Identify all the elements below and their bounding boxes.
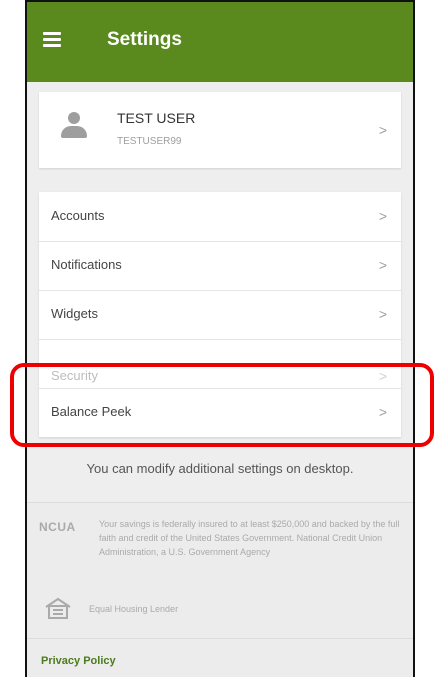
page-title: Settings (107, 29, 182, 50)
settings-item-label: Balance Peek (51, 404, 132, 419)
chevron-right-icon: > (378, 368, 387, 384)
settings-item-widgets[interactable]: Widgets > (39, 290, 401, 340)
desktop-settings-note: You can modify additional settings on de… (86, 461, 354, 476)
settings-item-security[interactable]: Security > (39, 339, 401, 389)
chevron-right-icon: > (378, 257, 387, 273)
settings-item-label: Accounts (51, 208, 105, 223)
settings-item-balance-peek[interactable]: Balance Peek > (39, 388, 401, 437)
settings-item-accounts[interactable]: Accounts > (39, 192, 401, 242)
user-name: TEST USER (117, 110, 196, 126)
settings-item-notifications[interactable]: Notifications > (39, 241, 401, 291)
chevron-right-icon: > (378, 306, 387, 322)
settings-item-label: Security (51, 368, 98, 383)
settings-item-label: Notifications (51, 257, 122, 272)
hamburger-menu-icon[interactable] (43, 32, 61, 47)
privacy-policy-link[interactable]: Privacy Policy (41, 655, 116, 667)
chevron-right-icon: > (378, 208, 387, 224)
settings-list: Accounts > Notifications > Widgets > Sec… (39, 192, 401, 437)
profile-card[interactable]: TEST USER TESTUSER99 > (39, 92, 401, 168)
equal-housing-label: Equal Housing Lender (89, 604, 179, 614)
footer-divider (27, 638, 413, 639)
chevron-right-icon: > (378, 122, 387, 138)
app-bar: Settings (27, 2, 413, 82)
settings-item-label: Widgets (51, 306, 98, 321)
user-avatar-icon (61, 112, 87, 140)
ncua-logo: NCUA (39, 520, 76, 534)
phone-screen: Settings TEST USER TESTUSER99 > Accounts… (25, 0, 415, 677)
footer: NCUA Your savings is federally insured t… (27, 502, 413, 677)
user-username: TESTUSER99 (117, 136, 182, 147)
ncua-disclaimer: Your savings is federally insured to at … (99, 519, 400, 557)
chevron-right-icon: > (378, 404, 387, 420)
equal-housing-icon (45, 597, 71, 619)
